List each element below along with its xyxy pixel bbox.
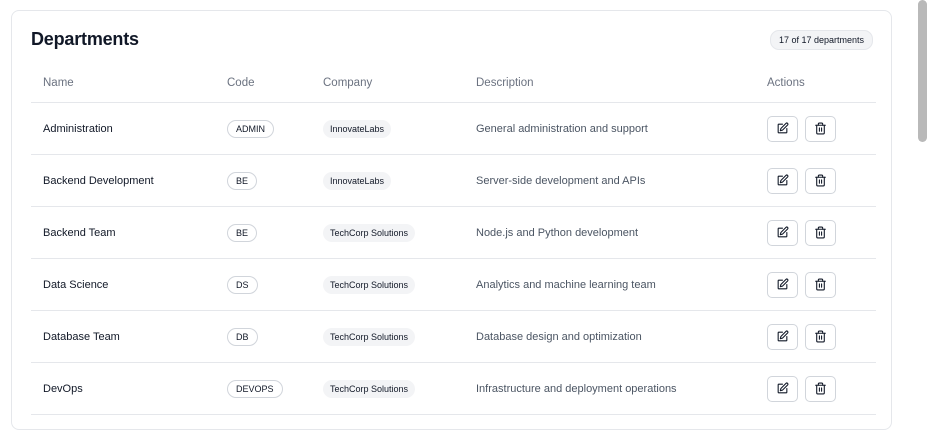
column-header-code[interactable]: Code (227, 77, 255, 89)
table-row[interactable]: Data Science DS TechCorp Solutions Analy… (31, 259, 876, 311)
company-cell: TechCorp Solutions (323, 275, 416, 294)
page-title: Departments (31, 29, 139, 49)
table-row[interactable]: DevOps DEVOPS TechCorp Solutions Infrast… (31, 363, 876, 415)
table-row[interactable]: Backend Team BE TechCorp Solutions Node.… (31, 207, 876, 259)
company-cell: TechCorp Solutions (323, 379, 416, 398)
edit-button[interactable] (767, 375, 798, 402)
department-description: General administration and support (476, 122, 648, 135)
department-name: Data Science (43, 278, 109, 291)
company-cell: InnovateLabs (323, 171, 392, 190)
company-badge: InnovateLabs (323, 119, 392, 138)
edit-icon (777, 174, 789, 186)
company-badge: InnovateLabs (323, 171, 392, 190)
edit-button[interactable] (767, 115, 798, 142)
edit-button[interactable] (767, 271, 798, 298)
edit-icon (777, 382, 789, 394)
delete-button[interactable] (805, 323, 836, 350)
delete-button[interactable] (805, 271, 836, 298)
count-badge: 17 of 17 departments (769, 30, 873, 50)
company-badge: TechCorp Solutions (323, 379, 416, 398)
trash-icon (815, 122, 826, 135)
company-badge: TechCorp Solutions (323, 327, 416, 346)
delete-button[interactable] (805, 115, 836, 142)
department-description: Node.js and Python development (476, 226, 639, 239)
code-cell: DB (227, 327, 258, 346)
row-actions (767, 115, 836, 142)
scrollbar-thumb[interactable] (918, 0, 927, 142)
edit-icon (777, 122, 789, 134)
code-badge: BE (227, 223, 258, 242)
edit-icon (777, 278, 789, 290)
edit-button[interactable] (767, 167, 798, 194)
department-description: Server-side development and APIs (476, 174, 646, 187)
code-badge: BE (227, 171, 258, 190)
column-header-description[interactable]: Description (476, 77, 534, 89)
company-badge: TechCorp Solutions (323, 275, 416, 294)
departments-card: Departments 17 of 17 departments Name Co… (11, 10, 892, 430)
edit-icon (777, 330, 789, 342)
company-cell: TechCorp Solutions (323, 327, 416, 346)
delete-button[interactable] (805, 219, 836, 246)
code-cell: BE (227, 171, 258, 190)
table-row[interactable]: Administration ADMIN InnovateLabs Genera… (31, 103, 876, 155)
code-badge: DB (227, 327, 258, 346)
edit-icon (777, 226, 789, 238)
delete-button[interactable] (805, 375, 836, 402)
code-cell: ADMIN (227, 119, 274, 138)
department-name: DevOps (43, 382, 83, 395)
department-name: Backend Development (43, 174, 154, 187)
departments-table: Name Code Company Description Actions Ad… (31, 66, 876, 415)
trash-icon (815, 382, 826, 395)
row-actions (767, 219, 836, 246)
edit-button[interactable] (767, 219, 798, 246)
department-name: Database Team (43, 330, 120, 343)
department-description: Analytics and machine learning team (476, 278, 656, 291)
row-actions (767, 375, 836, 402)
table-row[interactable]: Backend Development BE InnovateLabs Serv… (31, 155, 876, 207)
trash-icon (815, 278, 826, 291)
row-actions (767, 271, 836, 298)
code-badge: DEVOPS (227, 379, 283, 398)
table-header: Name Code Company Description Actions (31, 66, 876, 103)
trash-icon (815, 330, 826, 343)
company-cell: TechCorp Solutions (323, 223, 416, 242)
code-cell: BE (227, 223, 258, 242)
edit-button[interactable] (767, 323, 798, 350)
column-header-name[interactable]: Name (43, 77, 74, 89)
department-description: Infrastructure and deployment operations (476, 382, 677, 395)
row-actions (767, 167, 836, 194)
column-header-actions: Actions (767, 77, 805, 89)
table-row[interactable]: Database Team DB TechCorp Solutions Data… (31, 311, 876, 363)
department-name: Administration (43, 122, 113, 135)
column-header-company[interactable]: Company (323, 77, 372, 89)
trash-icon (815, 226, 826, 239)
delete-button[interactable] (805, 167, 836, 194)
company-badge: TechCorp Solutions (323, 223, 416, 242)
department-name: Backend Team (43, 226, 116, 239)
code-cell: DS (227, 275, 258, 294)
code-badge: DS (227, 275, 258, 294)
row-actions (767, 323, 836, 350)
department-description: Database design and optimization (476, 330, 642, 343)
code-badge: ADMIN (227, 119, 274, 138)
code-cell: DEVOPS (227, 379, 283, 398)
company-cell: InnovateLabs (323, 119, 392, 138)
trash-icon (815, 174, 826, 187)
